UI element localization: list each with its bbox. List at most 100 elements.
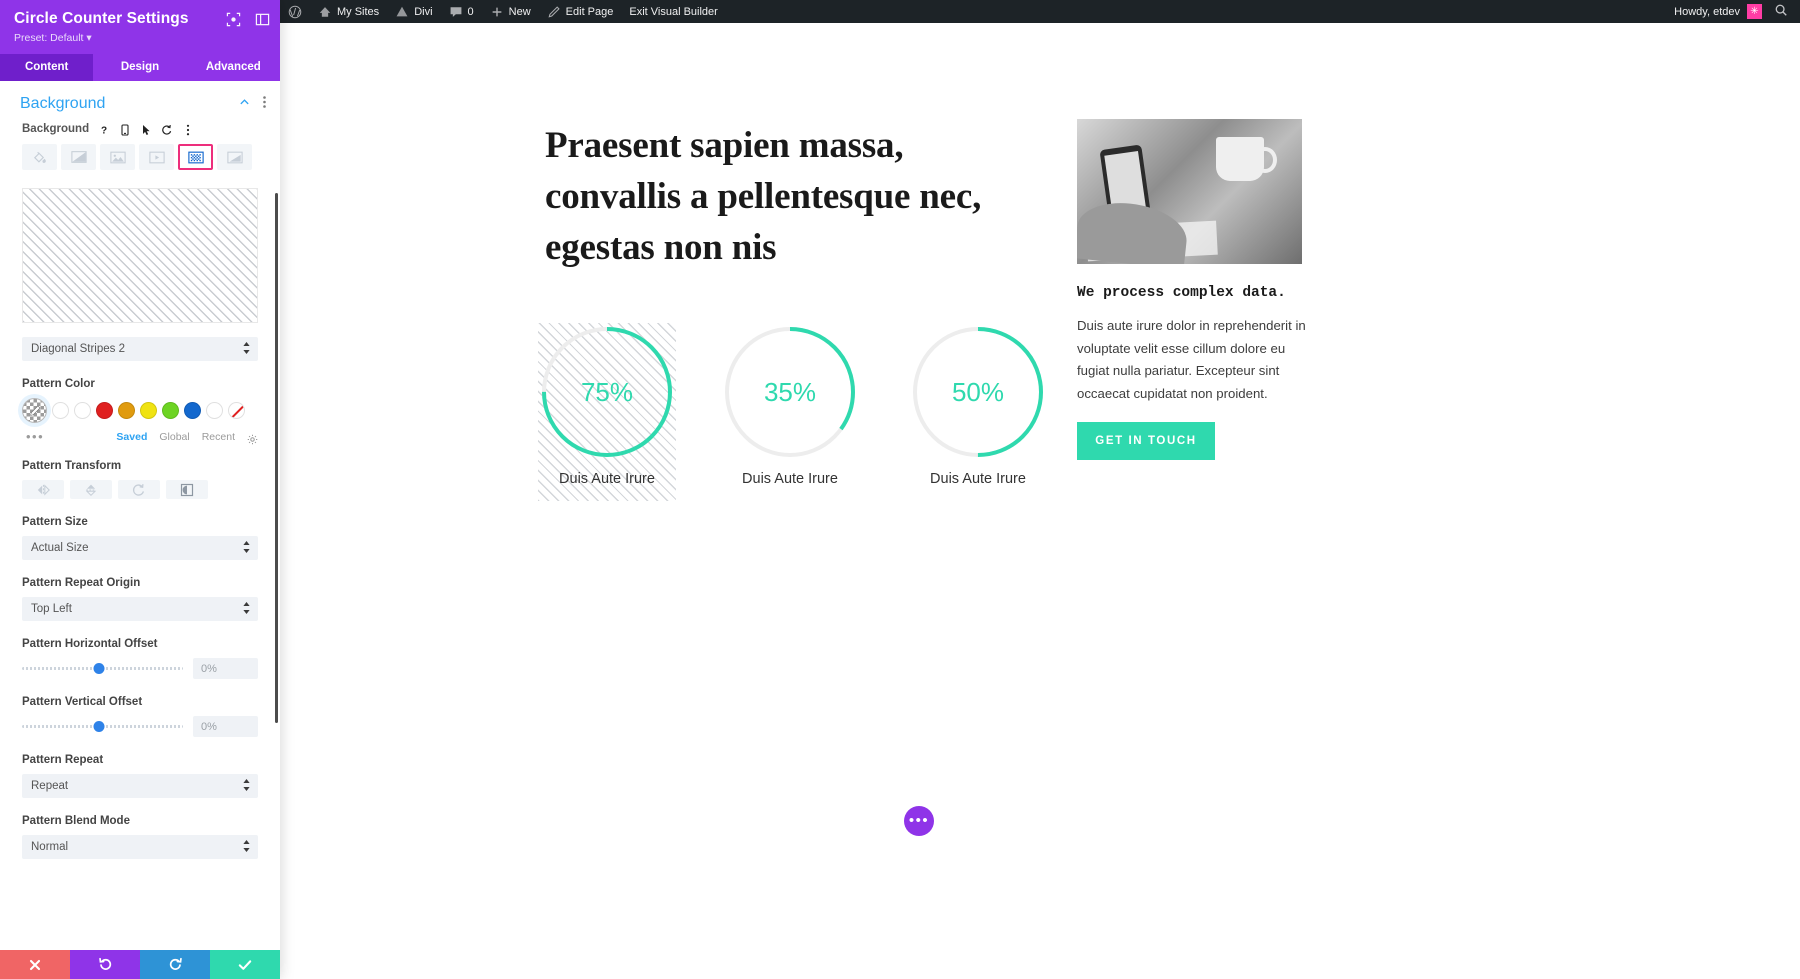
pattern-repeat-select[interactable]: Repeat [22, 774, 258, 798]
background-type-color-fill[interactable] [22, 144, 57, 170]
hover-icon[interactable] [140, 123, 152, 135]
panel-action-bar [0, 950, 280, 979]
slider-knob[interactable] [93, 663, 105, 674]
pattern-blend-mode-select[interactable]: Normal [22, 835, 258, 859]
vertical-dots-icon[interactable] [263, 95, 266, 113]
circle-counter-2-label: Duis Aute Irure [742, 471, 838, 487]
color-tab-recent[interactable]: Recent [202, 431, 235, 443]
color-tab-global[interactable]: Global [159, 431, 189, 443]
panel-tabs: Content Design Advanced [0, 54, 280, 81]
swatch-green[interactable] [162, 402, 179, 419]
search-icon [1774, 4, 1788, 20]
chevron-up-icon[interactable] [239, 95, 250, 113]
adminbar-wordpress-logo[interactable] [280, 0, 310, 23]
side-image [1077, 119, 1302, 264]
background-type-mask[interactable] [217, 144, 252, 170]
horizontal-dots-icon[interactable]: ••• [26, 430, 44, 443]
adminbar-edit-page[interactable]: Edit Page [539, 0, 622, 23]
panel-preset[interactable]: Preset: Default ▾ [14, 32, 266, 44]
pattern-transform-label: Pattern Transform [22, 460, 122, 472]
pattern-horizontal-offset-slider[interactable] [22, 662, 183, 676]
redo-button[interactable] [140, 950, 210, 979]
circle-counter-3-percent: 50% [951, 376, 1005, 407]
pattern-repeat-origin-select[interactable]: Top Left [22, 597, 258, 621]
app-root: Circle Counter Settings Preset: Default … [0, 0, 1800, 979]
wordpress-icon [288, 5, 302, 19]
select-caret-icon [243, 541, 250, 555]
adminbar-divi[interactable]: Divi [387, 0, 440, 23]
pencil-icon [547, 5, 561, 19]
gear-icon[interactable] [247, 432, 258, 444]
panel-body: Background Background ? Diagonal Stripes… [0, 81, 280, 950]
pattern-color-meta-row: ••• Saved Global Recent [0, 423, 280, 444]
tab-content[interactable]: Content [0, 54, 94, 81]
pattern-preview [22, 188, 258, 323]
pattern-vertical-offset-row: 0% [0, 716, 280, 737]
background-type-image[interactable] [100, 144, 135, 170]
swatch-white-3[interactable] [206, 402, 223, 419]
swatch-red[interactable] [96, 402, 113, 419]
panel-header: Circle Counter Settings Preset: Default … [0, 0, 280, 54]
pattern-vertical-offset-input[interactable]: 0% [193, 716, 258, 737]
adminbar-account[interactable]: Howdy, etdev ✳ [1666, 0, 1768, 23]
pattern-size-select[interactable]: Actual Size [22, 536, 258, 560]
rotate-icon[interactable] [118, 480, 160, 499]
circle-counter-2-percent: 35% [763, 376, 817, 407]
section-title: Background [20, 95, 106, 112]
pattern-horizontal-offset-input[interactable]: 0% [193, 658, 258, 679]
circle-counter-1[interactable]: 75% Duis Aute Irure [538, 323, 676, 501]
side-paragraph: Duis aute irure dolor in reprehenderit i… [1077, 318, 1306, 401]
adminbar-new[interactable]: New [482, 0, 539, 23]
layout-toggle-icon[interactable] [255, 12, 270, 27]
builder-fab-button[interactable]: ••• [904, 806, 934, 836]
wp-admin-bar: My Sites Divi 0 New Edit Page Exit Visua… [280, 0, 1800, 23]
panel-header-icons [226, 12, 270, 27]
get-in-touch-button[interactable]: GET IN TOUCH [1077, 422, 1215, 460]
invert-icon[interactable] [166, 480, 208, 499]
page-inner: Praesent sapien massa, convallis a pelle… [280, 23, 1800, 979]
undo-button[interactable] [70, 950, 140, 979]
vertical-dots-icon[interactable] [182, 123, 194, 136]
circle-counter-2[interactable]: 35% Duis Aute Irure [716, 323, 864, 501]
swatch-custom-color-picker[interactable] [22, 398, 47, 423]
background-type-gradient[interactable] [61, 144, 96, 170]
adminbar-search-button[interactable] [1768, 3, 1800, 20]
swatch-yellow[interactable] [140, 402, 157, 419]
swatch-white-1[interactable] [52, 402, 69, 419]
adminbar-comments-count: 0 [467, 5, 474, 18]
background-type-pattern[interactable] [178, 144, 213, 170]
pattern-vertical-offset-slider[interactable] [22, 720, 183, 734]
help-icon[interactable]: ? [98, 123, 110, 137]
background-section-header: Background [0, 81, 280, 123]
flip-horizontal-icon[interactable] [22, 480, 64, 499]
flip-vertical-icon[interactable] [70, 480, 112, 499]
color-tab-saved[interactable]: Saved [116, 431, 147, 443]
adminbar-my-sites[interactable]: My Sites [310, 0, 387, 23]
cancel-button[interactable] [0, 950, 70, 979]
side-heading: We process complex data. [1077, 285, 1286, 301]
pattern-style-select[interactable]: Diagonal Stripes 2 [22, 337, 258, 361]
save-button[interactable] [210, 950, 280, 979]
circle-counter-3[interactable]: 50% Duis Aute Irure [904, 323, 1052, 501]
tab-design[interactable]: Design [93, 54, 187, 81]
tab-advanced[interactable]: Advanced [186, 54, 280, 81]
pattern-style-value: Diagonal Stripes 2 [31, 343, 125, 355]
plus-icon [490, 5, 504, 19]
adminbar-comments[interactable]: 0 [441, 0, 482, 23]
background-type-video[interactable] [139, 144, 174, 170]
select-caret-icon [243, 342, 250, 356]
swatch-blue[interactable] [184, 402, 201, 419]
focus-target-icon[interactable] [226, 12, 241, 27]
background-label: Background [22, 123, 90, 135]
responsive-icon[interactable] [119, 123, 131, 136]
panel-scrollbar[interactable] [275, 193, 278, 723]
reset-icon[interactable] [161, 123, 173, 135]
adminbar-exit-visual-builder[interactable]: Exit Visual Builder [621, 0, 725, 23]
pattern-color-label: Pattern Color [22, 378, 95, 390]
swatch-orange[interactable] [118, 402, 135, 419]
background-type-tabs [0, 144, 280, 170]
circle-dial: 50% [909, 323, 1047, 461]
swatch-white-2[interactable] [74, 402, 91, 419]
slider-knob[interactable] [93, 721, 105, 732]
swatch-no-color[interactable] [228, 402, 245, 419]
